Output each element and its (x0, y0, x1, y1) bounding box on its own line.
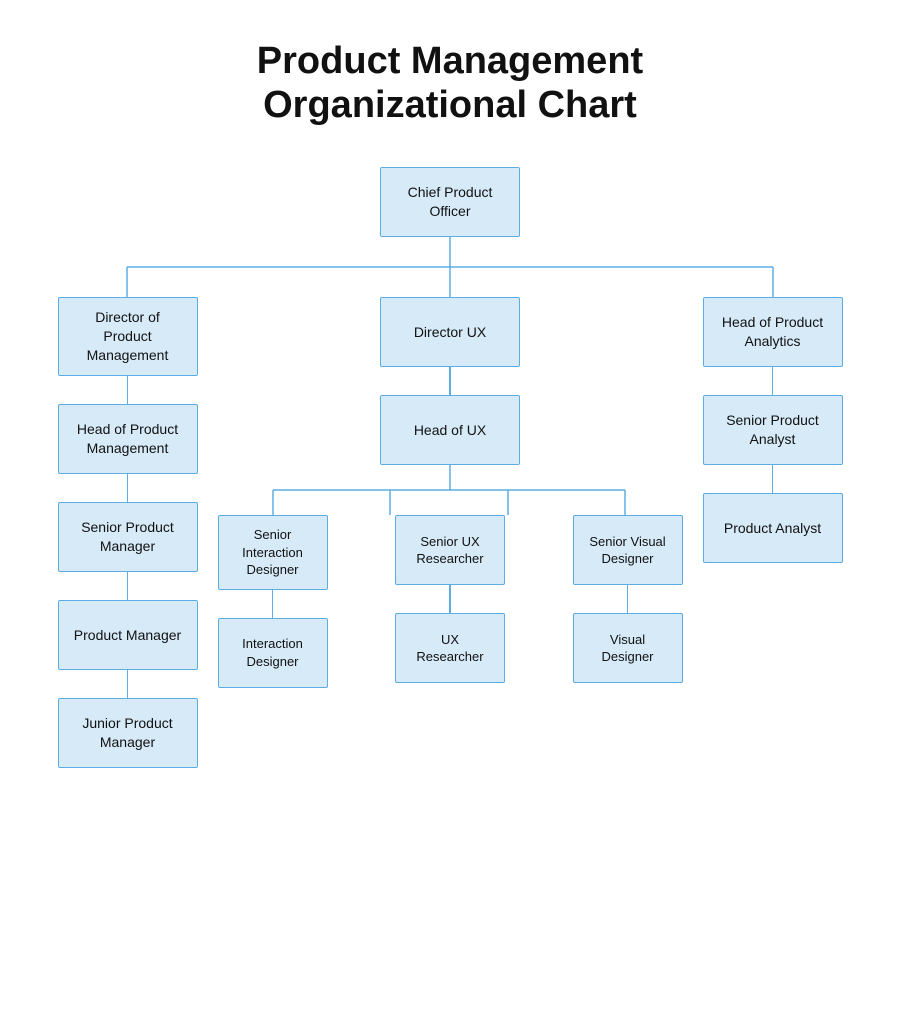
vline-dir-pm (127, 376, 129, 404)
cpo-column: Chief Product Officer (380, 167, 520, 237)
vline-senior-id (272, 590, 274, 618)
node-dir-pm: Director of Product Management (58, 297, 198, 376)
vline-dir-ux (449, 367, 451, 395)
org-chart: Chief Product Officer Director of Produc… (20, 167, 880, 768)
node-id: Interaction Designer (218, 618, 328, 688)
node-senior-pm: Senior Product Manager (58, 502, 198, 572)
node-pm: Product Manager (58, 600, 198, 670)
col-pa: Head of Product Analytics Senior Product… (685, 297, 860, 563)
node-senior-vd: Senior Visual Designer (573, 515, 683, 585)
level1-row: Director of Product Management Head of P… (40, 297, 860, 768)
node-head-ux: Head of UX (380, 395, 520, 465)
node-dir-ux: Director UX (380, 297, 520, 367)
col-suxr: Senior UX Researcher UX Researcher (393, 515, 508, 683)
col-ux: Director UX Head of UX Senior Interactio… (215, 297, 685, 688)
vline-senior-pa (772, 465, 774, 493)
col-sid: Senior Interaction Designer Interaction … (215, 515, 330, 688)
node-head-pa: Head of Product Analytics (703, 297, 843, 367)
ux-sub-row: Senior Interaction Designer Interaction … (215, 515, 685, 688)
node-senior-pa: Senior Product Analyst (703, 395, 843, 465)
node-vd: Visual Designer (573, 613, 683, 683)
vline-senior-vd (627, 585, 629, 613)
col-pm: Director of Product Management Head of P… (40, 297, 215, 768)
node-jpm: Junior Product Manager (58, 698, 198, 768)
vline-senior-ux-r (449, 585, 451, 613)
node-senior-ux-r: Senior UX Researcher (395, 515, 505, 585)
node-senior-id: Senior Interaction Designer (218, 515, 328, 590)
node-head-pm: Head of Product Management (58, 404, 198, 474)
vline-head-pa (772, 367, 774, 395)
vline-pm (127, 670, 129, 698)
node-ux-r: UX Researcher (395, 613, 505, 683)
node-cpo: Chief Product Officer (380, 167, 520, 237)
node-pa: Product Analyst (703, 493, 843, 563)
chart-title: Product Management Organizational Chart (257, 40, 643, 127)
vline-head-pm (127, 474, 129, 502)
ux-sub-connector-svg (215, 465, 685, 515)
top-connector-svg (40, 237, 860, 297)
col-svd: Senior Visual Designer Visual Designer (570, 515, 685, 683)
vline-senior-pm (127, 572, 129, 600)
